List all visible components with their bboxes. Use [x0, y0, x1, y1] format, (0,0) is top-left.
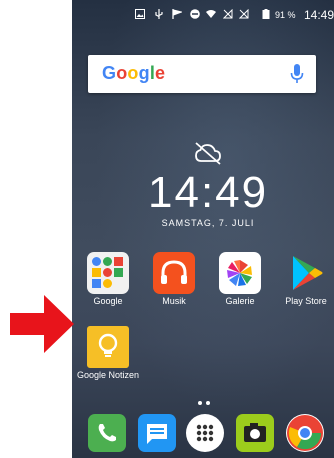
pinwheel-icon: [219, 252, 261, 294]
play-store-icon: [285, 252, 327, 294]
message-icon[interactable]: [138, 414, 176, 452]
headphones-icon: [153, 252, 195, 294]
status-bar: 91 % 14:49: [72, 0, 334, 26]
page-dot: [198, 401, 202, 405]
no-sim-icon: [239, 9, 249, 19]
app-label: Galerie: [225, 296, 255, 306]
app-galerie[interactable]: Galerie: [212, 252, 268, 312]
cloud-off-icon: [195, 142, 221, 165]
lightbulb-icon: [87, 326, 129, 368]
google-logo: Google: [102, 63, 166, 83]
app-label: Play Store: [285, 296, 327, 306]
page-dot: [206, 401, 210, 405]
phone-icon[interactable]: [88, 414, 126, 452]
google-folder-icon: [87, 252, 129, 294]
app-google-notizen[interactable]: Google Notizen: [77, 326, 139, 386]
chrome-icon[interactable]: [286, 414, 324, 452]
clock-date: SAMSTAG, 7. JULI: [161, 218, 255, 228]
app-play-store[interactable]: Play Store: [278, 252, 334, 312]
battery-icon: [262, 9, 270, 19]
app-label: Musik: [162, 296, 186, 306]
usb-icon: [155, 9, 163, 19]
app-google-folder[interactable]: Google: [80, 252, 136, 312]
no-sim-icon: [223, 9, 233, 19]
red-arrow-icon: [10, 295, 74, 353]
wifi-icon: [206, 10, 216, 18]
status-clock: 14:49: [304, 8, 334, 22]
app-label: Google Notizen: [76, 370, 140, 380]
app-drawer-icon[interactable]: [186, 414, 224, 452]
phone-screen: 91 % 14:49 Google 14:49 SAMSTAG, 7. JULI…: [72, 0, 334, 458]
app-label: Google: [93, 296, 123, 306]
mic-icon[interactable]: [290, 64, 304, 84]
do-not-disturb-icon: [190, 9, 200, 19]
battery-percentage: 91 %: [275, 10, 296, 20]
image-icon: [135, 9, 145, 19]
camera-icon[interactable]: [236, 414, 274, 452]
app-musik[interactable]: Musik: [146, 252, 202, 312]
google-search-bar[interactable]: Google: [88, 55, 316, 93]
signal-flag-icon: [172, 9, 182, 19]
clock-time[interactable]: 14:49: [148, 168, 268, 218]
